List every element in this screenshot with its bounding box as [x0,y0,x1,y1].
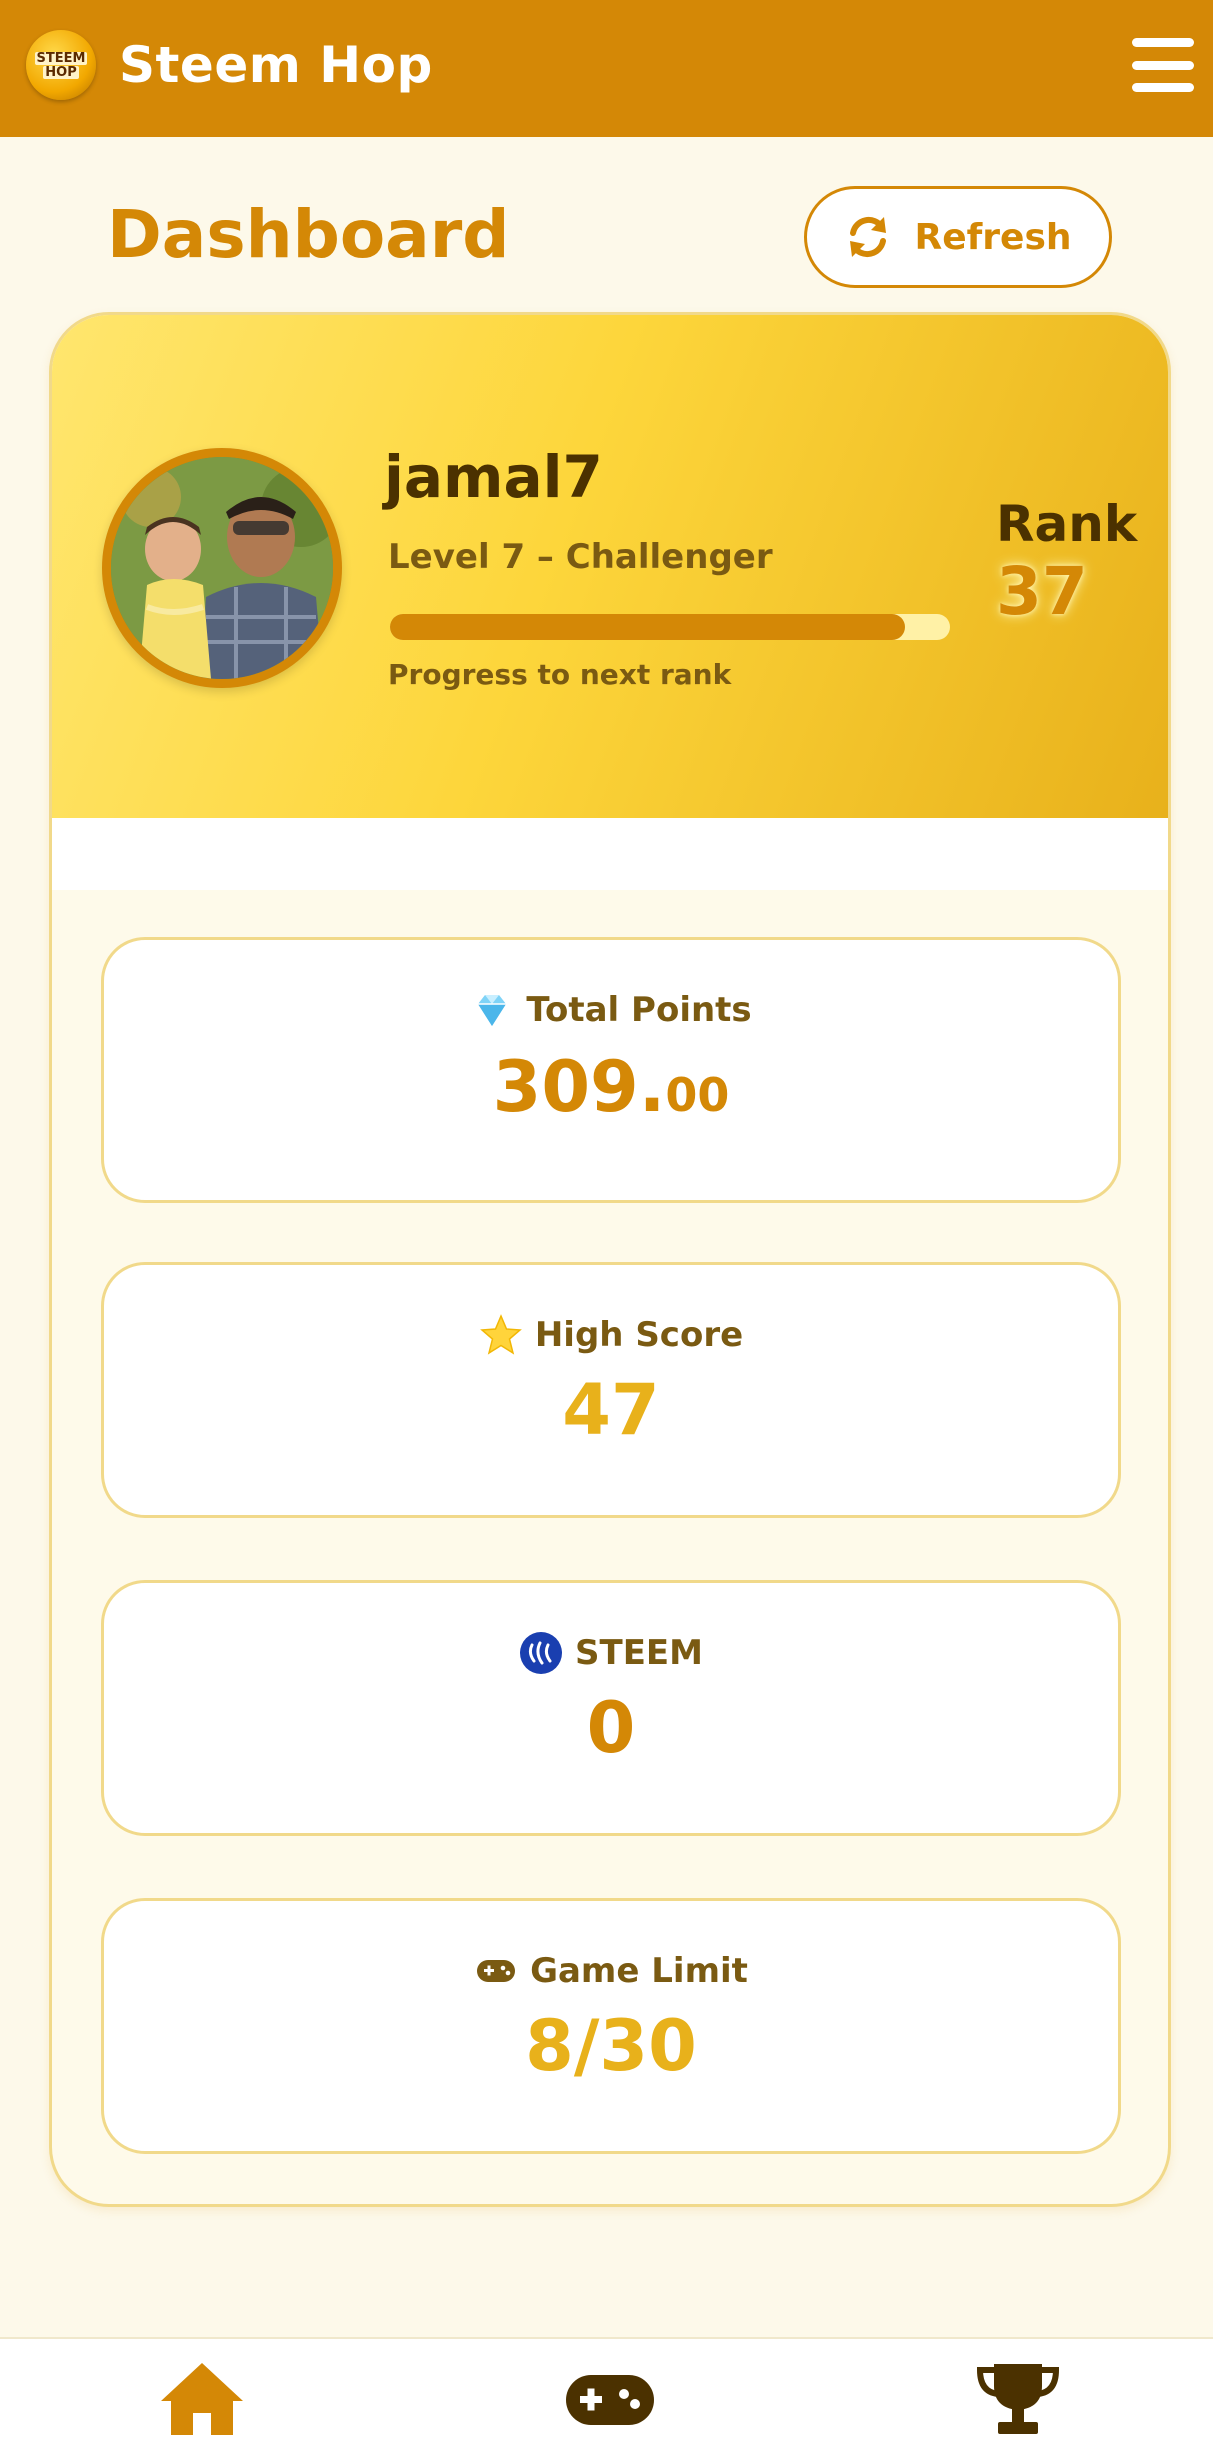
bottom-navigation [0,2337,1213,2454]
profile-divider [52,818,1168,890]
gamepad-icon [477,1960,516,1982]
rank-progress-bar [390,614,950,640]
hamburger-menu-icon[interactable] [1132,38,1194,92]
nav-games[interactable] [562,2359,658,2439]
logo-text-line2: HOP [43,64,79,80]
trophy-icon [976,2364,1060,2434]
steem-card: STEEM 0 [101,1580,1121,1836]
progress-label: Progress to next rank [388,658,732,691]
app-title[interactable]: Steem Hop [119,36,433,94]
gamepad-icon [566,2375,654,2425]
avatar[interactable] [102,448,342,688]
high-score-label: High Score [534,1315,744,1355]
rank-label: Rank [996,495,1138,553]
dashboard-card: jamal7 Level 7 – Challenger Progress to … [49,312,1171,2207]
username: jamal7 [384,443,603,511]
steem-label: STEEM [575,1633,703,1673]
logo-text-line1: STEEM [34,50,88,66]
refresh-icon [850,216,887,258]
game-limit-label: Game Limit [530,1951,748,1991]
nav-leaderboard[interactable] [970,2359,1066,2439]
top-app-bar: STEEM HOP Steem Hop [0,0,1213,137]
app-logo[interactable]: STEEM HOP [26,30,96,100]
rank-value: 37 [996,553,1088,630]
refresh-button[interactable]: Refresh [804,186,1112,288]
total-points-value: 309.00 [104,1046,1118,1128]
home-icon [161,2363,243,2435]
avatar-photo [111,457,333,679]
total-points-label: Total Points [526,990,752,1030]
high-score-value: 47 [562,1369,660,1451]
profile-section: jamal7 Level 7 – Challenger Progress to … [52,315,1168,818]
refresh-label: Refresh [914,216,1072,258]
diamond-icon [478,995,507,1026]
total-points-card: Total Points 309.00 [101,937,1121,1203]
game-limit-value: 8/30 [525,2005,697,2087]
star-icon [479,1314,522,1355]
total-points-decimal: 00 [665,1068,730,1122]
steem-icon [520,1632,563,1674]
steem-value: 0 [586,1687,636,1769]
game-limit-card: Game Limit 8/30 [101,1898,1121,2154]
page-title: Dashboard [107,196,510,273]
nav-home[interactable] [154,2359,250,2439]
level-text: Level 7 – Challenger [388,537,773,577]
high-score-card: High Score 47 [101,1262,1121,1518]
rank-progress-fill [390,614,906,640]
total-points-integer: 309. [492,1046,666,1128]
